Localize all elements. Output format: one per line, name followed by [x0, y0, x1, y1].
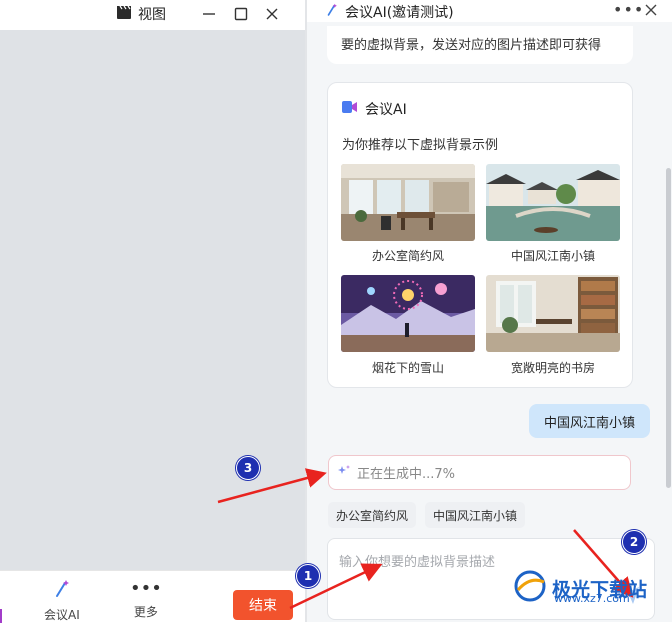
generating-text: 正在生成中...7% [357, 467, 456, 482]
ai-panel-header: 会议AI(邀请测试) ••• [307, 0, 672, 22]
example-caption: 烟花下的雪山 [371, 361, 444, 375]
annotation-marker-1: 1 [296, 564, 320, 588]
magic-wand-icon [325, 3, 339, 21]
card-header-text: 会议AI [365, 102, 407, 118]
view-button[interactable]: 视图 [116, 3, 166, 25]
example-caption: 宽敞明亮的书房 [510, 361, 595, 375]
annotation-marker-3: 3 [236, 456, 260, 480]
card-header: 会议AI [342, 99, 407, 119]
annotation-marker-2: 2 [622, 530, 646, 554]
background-example-office[interactable] [341, 164, 475, 241]
clapperboard-icon [116, 4, 132, 24]
ai-intro-text: 要的虚拟背景，发送对应的图片描述即可获得 [341, 38, 602, 53]
example-caption: 中国风江南小镇 [510, 249, 595, 263]
minimize-icon[interactable] [197, 2, 221, 26]
meeting-ai-button[interactable]: 会议AI [44, 579, 80, 623]
more-label: 更多 [133, 605, 158, 619]
example-caption: 办公室简约风 [371, 249, 444, 263]
sparkle-icon [337, 464, 351, 482]
more-options-icon[interactable]: ••• [613, 0, 644, 19]
watermark: 极光下载站 www.xz7.com [512, 568, 647, 608]
generating-status: 正在生成中...7% [328, 455, 631, 490]
watermark-logo-icon [512, 568, 548, 608]
background-example-study-room[interactable] [486, 275, 620, 352]
meeting-ai-logo-icon [342, 100, 358, 118]
user-message-bubble: 中国风江南小镇 [529, 404, 650, 438]
end-meeting-button[interactable]: 结束 [233, 590, 293, 620]
meeting-ai-label: 会议AI [44, 608, 80, 622]
watermark-url: www.xz7.com [554, 592, 630, 605]
card-subtitle: 为你推荐以下虚拟背景示例 [342, 138, 499, 153]
suggestion-chip[interactable]: 办公室简约风 [328, 502, 417, 528]
scrollbar[interactable] [666, 168, 671, 488]
ai-panel-title: 会议AI(邀请测试) [325, 2, 454, 22]
meeting-main-panel: 视图 会议AI ••• 更多 结束 [0, 0, 305, 623]
background-example-jiangnan-town[interactable] [486, 164, 620, 241]
maximize-icon[interactable] [229, 2, 253, 26]
close-icon[interactable] [260, 2, 284, 26]
more-button[interactable]: ••• 更多 [130, 579, 162, 620]
ai-panel-title-text: 会议AI(邀请测试) [345, 5, 454, 21]
background-example-fireworks-snow-mountain[interactable] [341, 275, 475, 352]
meeting-ai-panel: 会议AI(邀请测试) ••• 要的虚拟背景，发送对应的图片描述即可获得 会议AI… [307, 0, 672, 622]
ai-recommendation-card: 会议AI 为你推荐以下虚拟背景示例 办公室简约风 中国风江南小镇 烟花下的雪山 … [327, 82, 633, 388]
left-titlebar: 视图 [0, 0, 305, 30]
toolbar-edge-indicator [0, 609, 2, 623]
ai-intro-message: 要的虚拟背景，发送对应的图片描述即可获得 [327, 26, 633, 64]
suggestion-chip[interactable]: 中国风江南小镇 [425, 502, 526, 528]
magic-wand-icon [52, 579, 72, 602]
close-icon[interactable] [644, 0, 658, 21]
view-label: 视图 [138, 7, 166, 23]
more-dots-icon: ••• [130, 578, 162, 599]
video-area [0, 30, 305, 570]
